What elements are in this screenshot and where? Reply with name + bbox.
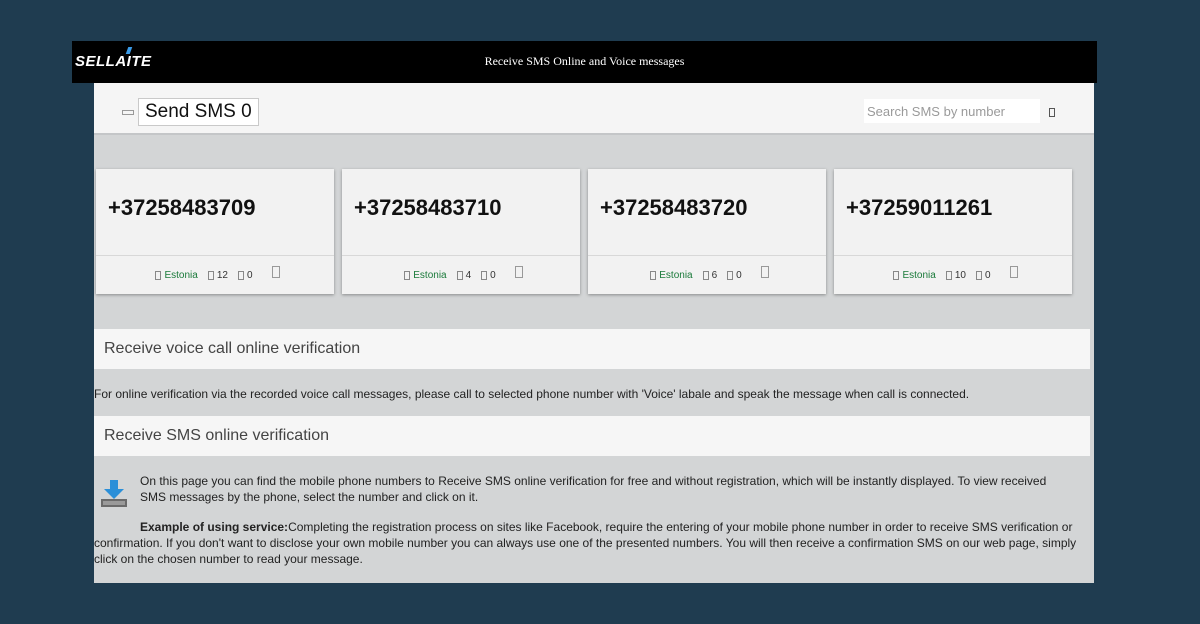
number-card[interactable]: +37258483710 Estonia 4 0 (342, 169, 580, 294)
copy-icon[interactable] (271, 266, 280, 278)
flag-icon (893, 270, 900, 280)
number-card[interactable]: +37258483720 Estonia 6 0 (588, 169, 826, 294)
phone-number[interactable]: +37258483720 (600, 195, 747, 221)
call-count: 0 (490, 269, 496, 281)
toolbar: Send SMS 0 (94, 83, 1094, 135)
flag-icon (404, 270, 411, 280)
call-count: 0 (984, 269, 991, 281)
card-footer: Estonia 6 0 (588, 255, 826, 294)
copy-icon[interactable] (1009, 266, 1018, 278)
message-count: 10 (954, 269, 966, 281)
search-input[interactable] (864, 99, 1040, 123)
country-label: Estonia (659, 269, 693, 281)
country-label: Estonia (902, 269, 936, 281)
phone-icon (481, 270, 488, 280)
phone-icon (727, 270, 734, 280)
message-icon (207, 270, 214, 280)
top-bar: SELLAITE Receive SMS Online and Voice me… (72, 41, 1097, 83)
download-icon (101, 480, 127, 507)
search-icon[interactable] (1049, 108, 1055, 117)
message-count: 4 (465, 269, 472, 281)
flag-icon (650, 270, 657, 280)
number-card[interactable]: +37259011261 Estonia 10 0 (834, 169, 1072, 294)
example-label: Example of using service: (140, 520, 289, 534)
phone-icon (975, 270, 982, 280)
sms-example-paragraph: Example of using service:Completing the … (94, 519, 1084, 567)
voice-section-text: For online verification via the recorded… (94, 387, 970, 401)
main-content: Send SMS 0 +37258483709 Estonia 12 0 +37… (94, 83, 1094, 583)
call-count: 0 (736, 269, 742, 281)
number-card[interactable]: +37258483709 Estonia 12 0 (96, 169, 334, 294)
flag-icon (155, 270, 162, 280)
browser-frame: SELLAITE Receive SMS Online and Voice me… (72, 41, 1097, 583)
country-label: Estonia (413, 269, 447, 281)
message-count: 6 (711, 269, 718, 281)
phone-number[interactable]: +37258483709 (108, 195, 255, 221)
sms-section-heading: Receive SMS online verification (94, 416, 1090, 456)
message-count: 12 (216, 269, 228, 281)
site-title: Receive SMS Online and Voice messages (484, 54, 685, 68)
send-sms-button[interactable]: Send SMS 0 (138, 98, 259, 126)
message-icon (702, 270, 709, 280)
menu-icon[interactable] (122, 110, 134, 115)
sms-info-paragraph: On this page you can find the mobile pho… (140, 474, 1047, 504)
phone-number[interactable]: +37259011261 (846, 195, 992, 221)
copy-icon[interactable] (760, 266, 769, 278)
call-count: 0 (246, 269, 253, 281)
card-footer: Estonia 12 0 (96, 255, 334, 294)
voice-section-heading: Receive voice call online verification (94, 329, 1090, 369)
message-icon (456, 270, 463, 280)
country-label: Estonia (164, 269, 198, 281)
message-icon (945, 270, 952, 280)
phone-icon (237, 270, 244, 280)
card-footer: Estonia 10 0 (834, 255, 1072, 294)
copy-icon[interactable] (514, 266, 523, 278)
card-footer: Estonia 4 0 (342, 255, 580, 294)
phone-number[interactable]: +37258483710 (354, 195, 501, 221)
